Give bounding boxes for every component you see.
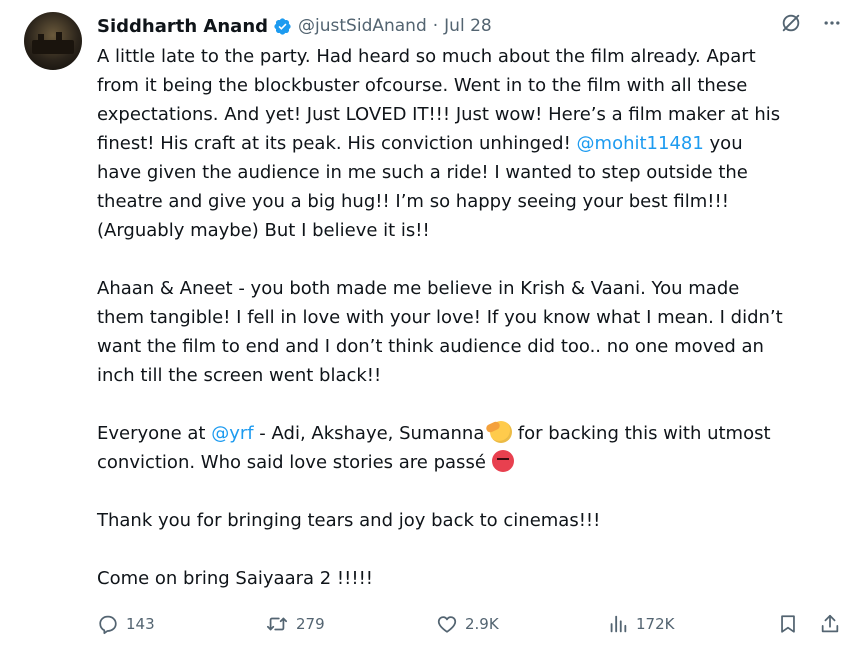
tweet-line: inch till the screen went black!! — [97, 361, 842, 390]
share-button[interactable] — [819, 613, 848, 635]
tweet-text: Thank you for bringing tears and joy bac… — [97, 510, 601, 531]
tweet-line: A little late to the party. Had heard so… — [97, 42, 842, 71]
tweet-paragraph: Thank you for bringing tears and joy bac… — [97, 506, 842, 535]
tweet-text: from it being the blockbuster ofcourse. … — [97, 75, 748, 96]
tweet-text: (Arguably maybe) But I believe it is!! — [97, 220, 430, 241]
author-name[interactable]: Siddharth Anand — [97, 16, 268, 37]
tweet-text: want the film to end and I don’t think a… — [97, 336, 764, 357]
tweet-line: theatre and give you a big hug!! I’m so … — [97, 187, 842, 216]
mention-link[interactable]: @mohit11481 — [577, 133, 704, 154]
tweet-text: theatre and give you a big hug!! I’m so … — [97, 191, 729, 212]
tweet-body: A little late to the party. Had heard so… — [97, 42, 842, 622]
separator-dot: · — [432, 16, 439, 36]
reply-icon — [99, 615, 117, 635]
tweet-line: from it being the blockbuster ofcourse. … — [97, 71, 842, 100]
mention-link[interactable]: @yrf — [211, 423, 253, 444]
tweet-paragraph: Everyone at @yrf - Adi, Akshaye, Sumanna… — [97, 419, 842, 477]
tweet-text: expectations. And yet! Just LOVED IT!!! … — [97, 104, 781, 125]
tweet-text: Come on bring Saiyaara 2 !!!!! — [97, 568, 374, 589]
avatar[interactable] — [24, 12, 82, 70]
repost-button[interactable]: 279 — [265, 613, 325, 635]
tweet-line: finest! His craft at its peak. His convi… — [97, 129, 842, 158]
angry-face-emoji — [491, 450, 514, 472]
tweet-header: Siddharth Anand @justSidAnand · Jul 28 — [97, 12, 492, 40]
tweet-line: Ahaan & Aneet - you both made me believe… — [97, 274, 842, 303]
tweet-paragraph: A little late to the party. Had heard so… — [97, 42, 842, 245]
tweet-line: Thank you for bringing tears and joy bac… — [97, 506, 842, 535]
more-options-icon[interactable] — [822, 13, 842, 33]
tweet-text: for backing this with utmost — [512, 423, 771, 444]
saluting-face-emoji — [490, 421, 513, 443]
tweet-line: Come on bring Saiyaara 2 !!!!! — [97, 564, 842, 593]
like-count: 2.9K — [465, 615, 499, 633]
views-button[interactable]: 172K — [607, 613, 674, 635]
view-count: 172K — [636, 615, 675, 633]
author-handle[interactable]: @justSidAnand — [298, 16, 427, 36]
tweet-line: them tangible! I fell in love with your … — [97, 303, 842, 332]
tweet-text: inch till the screen went black!! — [97, 365, 382, 386]
tweet-line: (Arguably maybe) But I believe it is!! — [97, 216, 842, 245]
tweet-text: have given the audience in me such a rid… — [97, 162, 748, 183]
top-actions — [780, 12, 842, 34]
tweet-text: finest! His craft at its peak. His convi… — [97, 133, 577, 154]
bookmark-button[interactable] — [777, 613, 806, 635]
like-icon — [437, 616, 457, 633]
tweet-line: expectations. And yet! Just LOVED IT!!! … — [97, 100, 842, 129]
tweet-line: Everyone at @yrf - Adi, Akshaye, Sumanna… — [97, 419, 842, 448]
tweet-date[interactable]: Jul 28 — [444, 16, 492, 36]
views-icon — [610, 615, 627, 633]
tweet-paragraph: Ahaan & Aneet - you both made me believe… — [97, 274, 842, 390]
tweet-line: want the film to end and I don’t think a… — [97, 332, 842, 361]
grok-icon[interactable] — [780, 12, 802, 34]
repost-icon — [266, 617, 288, 631]
tweet-line: conviction. Who said love stories are pa… — [97, 448, 842, 477]
tweet-text: conviction. Who said love stories are pa… — [97, 452, 492, 473]
reply-button[interactable]: 143 — [97, 613, 155, 635]
tweet-text: Everyone at — [97, 423, 212, 444]
tweet-paragraph: Come on bring Saiyaara 2 !!!!! — [97, 564, 842, 593]
share-icon — [821, 614, 839, 633]
repost-count: 279 — [296, 615, 325, 633]
tweet-text: A little late to the party. Had heard so… — [97, 46, 756, 67]
tweet-line: have given the audience in me such a rid… — [97, 158, 842, 187]
reply-count: 143 — [126, 615, 155, 633]
tweet-text: Ahaan & Aneet - you both made me believe… — [97, 278, 740, 299]
tweet-text: - Adi, Akshaye, Sumanna — [253, 423, 491, 444]
bookmark-icon — [781, 615, 795, 633]
tweet-actions: 143 279 2.9K 172K — [97, 610, 847, 640]
like-button[interactable]: 2.9K — [436, 613, 499, 635]
verified-badge-icon[interactable] — [273, 17, 292, 36]
tweet-text: them tangible! I fell in love with your … — [97, 307, 783, 328]
tweet-text: you — [703, 133, 743, 154]
